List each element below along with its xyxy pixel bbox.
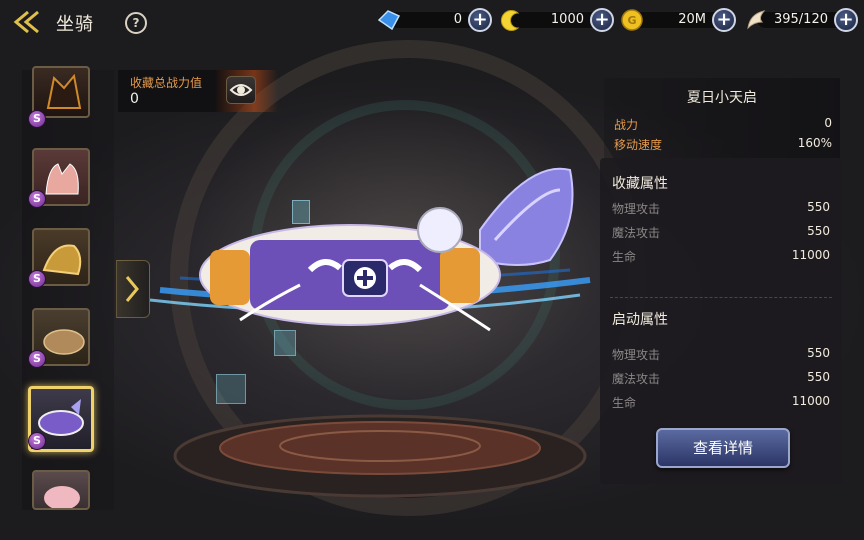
stat-label: 战力 bbox=[614, 118, 639, 132]
floating-cube bbox=[216, 374, 246, 404]
resource-value: 20M bbox=[678, 12, 706, 27]
rank-badge: S bbox=[28, 110, 46, 128]
back-arrow-icon bbox=[13, 10, 39, 34]
attr-value: 550 bbox=[807, 200, 830, 214]
collection-power-panel: 收藏总战力值 0 bbox=[118, 70, 278, 112]
resource-value: 1000 bbox=[550, 12, 584, 27]
attr-label: 物理攻击 bbox=[612, 202, 661, 216]
resource-value: 395/120 bbox=[773, 12, 828, 27]
attr-value: 550 bbox=[807, 370, 830, 384]
mount-model bbox=[150, 167, 591, 332]
resource-gold: G 20M + bbox=[620, 8, 736, 32]
mount-name: 夏日小天启 bbox=[687, 90, 757, 106]
crescent-icon bbox=[500, 10, 520, 31]
attr-value: 11000 bbox=[791, 394, 830, 408]
collection-power-value: 0 bbox=[130, 91, 139, 107]
top-bar: 坐骑 ? 0 + 1000 + G 20M + 395/120 + bbox=[0, 0, 864, 44]
attr-label: 魔法攻击 bbox=[612, 226, 661, 240]
attr-value: 11000 bbox=[791, 248, 830, 262]
add-gold-button[interactable]: + bbox=[712, 8, 736, 32]
eye-icon bbox=[229, 84, 253, 96]
add-stamina-button[interactable]: + bbox=[834, 8, 858, 32]
attr-value: 550 bbox=[807, 224, 830, 238]
view-toggle-button[interactable] bbox=[226, 76, 256, 104]
help-button[interactable]: ? bbox=[125, 12, 147, 34]
stat-value: 160% bbox=[797, 136, 832, 150]
svg-text:G: G bbox=[627, 14, 636, 27]
expand-list-button[interactable] bbox=[116, 260, 150, 318]
chevron-right-icon bbox=[125, 276, 139, 302]
attr-label: 生命 bbox=[612, 250, 637, 264]
diamond-icon bbox=[377, 10, 401, 31]
resource-diamond: 0 + bbox=[376, 8, 492, 32]
mount-thumbnail bbox=[44, 486, 80, 508]
rank-badge: S bbox=[28, 190, 46, 208]
collection-attributes-title: 收藏属性 bbox=[612, 176, 668, 192]
mount-slot-pink-cloud[interactable] bbox=[32, 470, 90, 510]
resource-crescent: 1000 + bbox=[498, 8, 614, 32]
attributes-panel: 收藏属性 物理攻击 550 魔法攻击 550 生命 11000 启动属性 物理攻… bbox=[600, 158, 842, 484]
attr-label: 生命 bbox=[612, 396, 637, 410]
view-details-button[interactable]: 查看详情 bbox=[656, 428, 790, 468]
rank-badge: S bbox=[28, 270, 46, 288]
add-diamond-button[interactable]: + bbox=[468, 8, 492, 32]
back-button[interactable] bbox=[12, 8, 42, 36]
active-attributes-title: 启动属性 bbox=[612, 312, 668, 328]
mount-info-header: 夏日小天启 战力 0 移动速度 160% bbox=[604, 78, 840, 158]
floating-cube bbox=[274, 330, 296, 356]
mount-thumbnail bbox=[46, 73, 82, 109]
add-crescent-button[interactable]: + bbox=[590, 8, 614, 32]
pedestal bbox=[173, 414, 587, 498]
stat-value: 0 bbox=[824, 116, 832, 130]
mount-list: S S S S S bbox=[22, 66, 114, 510]
gold-coin-icon: G bbox=[621, 9, 643, 31]
resource-value: 0 bbox=[453, 12, 462, 27]
attr-label: 魔法攻击 bbox=[612, 372, 661, 386]
attr-label: 物理攻击 bbox=[612, 348, 661, 362]
wing-stamina-icon bbox=[747, 10, 766, 30]
collection-power-label: 收藏总战力值 bbox=[130, 76, 203, 90]
stat-label: 移动速度 bbox=[614, 138, 663, 152]
attr-value: 550 bbox=[807, 346, 830, 360]
divider bbox=[610, 297, 832, 298]
page-title: 坐骑 bbox=[56, 14, 94, 35]
rank-badge: S bbox=[28, 350, 46, 368]
floating-cube bbox=[292, 200, 310, 224]
rank-badge: S bbox=[28, 432, 46, 450]
resource-stamina: 395/120 + bbox=[744, 8, 858, 32]
